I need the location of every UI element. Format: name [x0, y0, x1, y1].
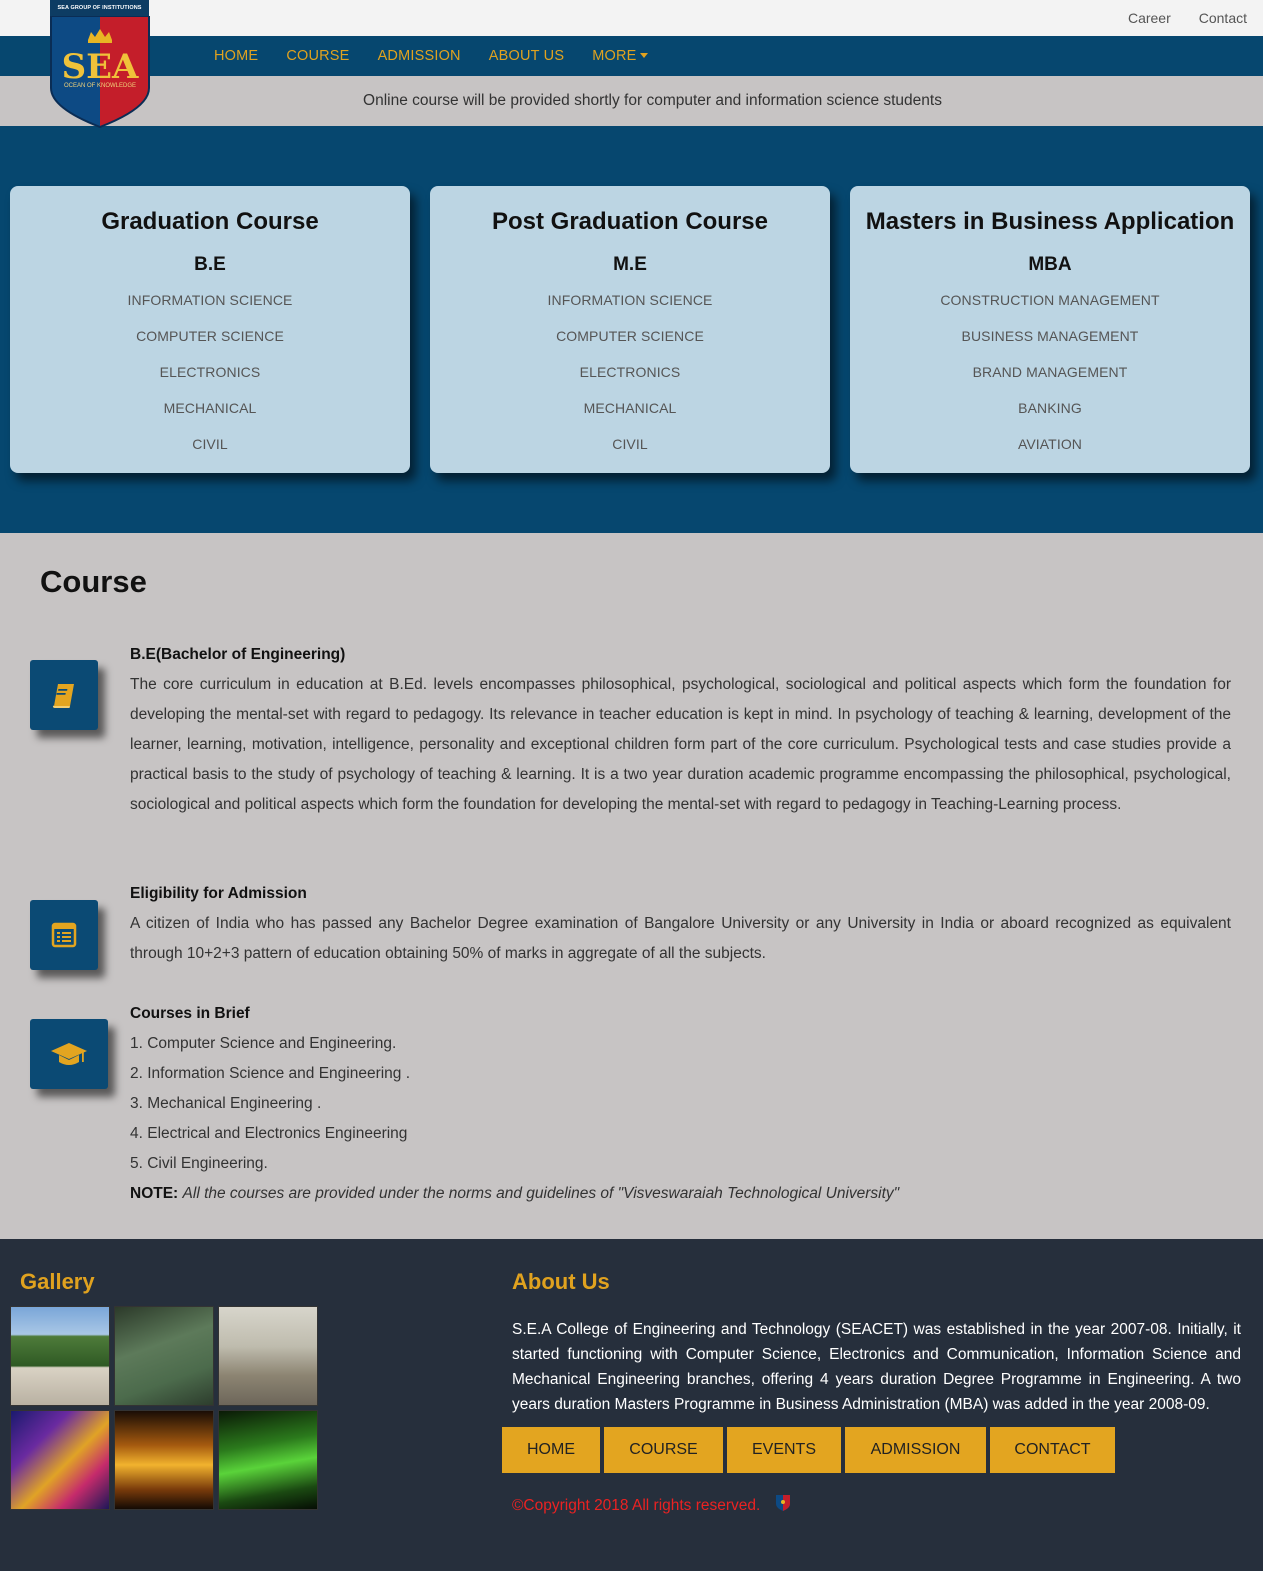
- gallery-image-lights[interactable]: [10, 1410, 110, 1510]
- logo-group-label: SEA GROUP OF INSTITUTIONS: [50, 0, 149, 16]
- card-item[interactable]: BRAND MANAGEMENT: [850, 354, 1250, 390]
- career-link[interactable]: Career: [1128, 10, 1171, 26]
- card-title: Post Graduation Course: [491, 208, 769, 235]
- card-degree: B.E: [194, 254, 226, 275]
- list-item: 1. Computer Science and Engineering.: [130, 1035, 397, 1052]
- form-icon: [30, 900, 98, 970]
- card-title: Graduation Course: [101, 208, 319, 235]
- svg-text:SEA: SEA: [62, 47, 139, 87]
- book-icon: [30, 660, 98, 730]
- list-item: 4. Electrical and Electronics Engineerin…: [130, 1125, 408, 1142]
- card-list: INFORMATION SCIENCE COMPUTER SCIENCE ELE…: [430, 282, 830, 462]
- footer: Gallery About Us S.E.A College of Engine…: [0, 1239, 1263, 1571]
- eligibility-title: Eligibility for Admission: [130, 885, 307, 902]
- card-item[interactable]: CONSTRUCTION MANAGEMENT: [850, 282, 1250, 318]
- note-label: NOTE:: [130, 1185, 179, 1202]
- nav-admission[interactable]: ADMISSION: [378, 48, 461, 64]
- card-item[interactable]: INFORMATION SCIENCE: [430, 282, 830, 318]
- be-block: B.E(Bachelor of Engineering) The core cu…: [130, 640, 1231, 820]
- gallery-title: Gallery: [20, 1269, 95, 1294]
- nav-home[interactable]: HOME: [214, 48, 258, 64]
- footer-contact-button[interactable]: CONTACT: [990, 1427, 1115, 1473]
- note-text: All the courses are provided under the n…: [182, 1185, 900, 1202]
- footer-events-button[interactable]: EVENTS: [727, 1427, 841, 1473]
- about-title: About Us: [512, 1269, 610, 1294]
- note: NOTE: All the courses are provided under…: [130, 1179, 1231, 1209]
- nav-links: HOME COURSE ADMISSION ABOUT US MORE: [214, 48, 676, 64]
- list-item: 3. Mechanical Engineering .: [130, 1095, 322, 1112]
- gallery-image-festival[interactable]: [114, 1410, 214, 1510]
- footer-admission-button[interactable]: ADMISSION: [845, 1427, 986, 1473]
- eligibility-block: Eligibility for Admission A citizen of I…: [130, 879, 1231, 969]
- main-nav: HOME COURSE ADMISSION ABOUT US MORE: [0, 36, 1263, 76]
- brief-block: Courses in Brief 1. Computer Science and…: [130, 999, 1231, 1209]
- brief-title: Courses in Brief: [130, 1005, 250, 1022]
- section-heading: Course: [40, 564, 147, 599]
- top-links: Career Contact: [1128, 10, 1247, 26]
- card-item[interactable]: ELECTRONICS: [10, 354, 410, 390]
- caret-down-icon: [639, 53, 648, 58]
- top-bar: Career Contact: [0, 0, 1263, 36]
- card-item[interactable]: COMPUTER SCIENCE: [430, 318, 830, 354]
- card-item[interactable]: INFORMATION SCIENCE: [10, 282, 410, 318]
- gallery-image-hall[interactable]: [218, 1306, 318, 1406]
- nav-course[interactable]: COURSE: [286, 48, 349, 64]
- gallery-image-court[interactable]: [114, 1306, 214, 1406]
- copyright: ©Copyright 2018 All rights reserved.: [512, 1497, 761, 1514]
- card-item[interactable]: COMPUTER SCIENCE: [10, 318, 410, 354]
- card-graduation: Graduation Course B.E INFORMATION SCIENC…: [10, 186, 410, 473]
- course-section: Course B.E(Bachelor of Engineering) The …: [0, 533, 1263, 1239]
- card-list: CONSTRUCTION MANAGEMENT BUSINESS MANAGEM…: [850, 282, 1250, 462]
- contact-link[interactable]: Contact: [1199, 10, 1247, 26]
- card-list: INFORMATION SCIENCE COMPUTER SCIENCE ELE…: [10, 282, 410, 462]
- card-mba: Masters in Business Application MBA CONS…: [850, 186, 1250, 473]
- list-item: 5. Civil Engineering.: [130, 1155, 268, 1172]
- list-item: 2. Information Science and Engineering .: [130, 1065, 411, 1082]
- footer-nav: HOME COURSE EVENTS ADMISSION CONTACT: [502, 1427, 1119, 1473]
- about-text: S.E.A College of Engineering and Technol…: [512, 1321, 1241, 1413]
- nav-about[interactable]: ABOUT US: [489, 48, 564, 64]
- card-item[interactable]: BANKING: [850, 390, 1250, 426]
- be-description: The core curriculum in education at B.Ed…: [130, 676, 1231, 813]
- footer-home-button[interactable]: HOME: [502, 1427, 600, 1473]
- nav-more[interactable]: MORE: [592, 48, 648, 64]
- svg-text:OCEAN OF KNOWLEDGE: OCEAN OF KNOWLEDGE: [64, 83, 136, 89]
- gallery-grid: [10, 1306, 320, 1510]
- be-title: B.E(Bachelor of Engineering): [130, 646, 346, 663]
- nav-more-label: MORE: [592, 48, 637, 64]
- mini-logo-icon: [776, 1495, 790, 1511]
- card-item[interactable]: CIVIL: [10, 426, 410, 462]
- notice-banner: Online course will be provided shortly f…: [0, 76, 1263, 126]
- card-post-graduation: Post Graduation Course M.E INFORMATION S…: [430, 186, 830, 473]
- hero-section: Graduation Course B.E INFORMATION SCIENC…: [0, 126, 1263, 533]
- eligibility-text: A citizen of India who has passed any Ba…: [130, 915, 1231, 962]
- brief-list: 1. Computer Science and Engineering. 2. …: [130, 1029, 1231, 1179]
- logo-shield-icon: SEA OCEAN OF KNOWLEDGE: [50, 16, 150, 128]
- card-item[interactable]: ELECTRONICS: [430, 354, 830, 390]
- card-item[interactable]: CIVIL: [430, 426, 830, 462]
- card-degree: M.E: [613, 254, 647, 275]
- card-item[interactable]: MECHANICAL: [10, 390, 410, 426]
- footer-course-button[interactable]: COURSE: [604, 1427, 723, 1473]
- site-logo[interactable]: SEA GROUP OF INSTITUTIONS SEA OCEAN OF K…: [50, 0, 150, 128]
- graduation-cap-icon: [30, 1019, 108, 1089]
- card-degree: MBA: [1028, 254, 1072, 275]
- card-title: Masters in Business Application: [865, 208, 1235, 235]
- card-item[interactable]: AVIATION: [850, 426, 1250, 462]
- card-item[interactable]: BUSINESS MANAGEMENT: [850, 318, 1250, 354]
- gallery-image-building[interactable]: [10, 1306, 110, 1406]
- gallery-image-forest[interactable]: [218, 1410, 318, 1510]
- card-item[interactable]: MECHANICAL: [430, 390, 830, 426]
